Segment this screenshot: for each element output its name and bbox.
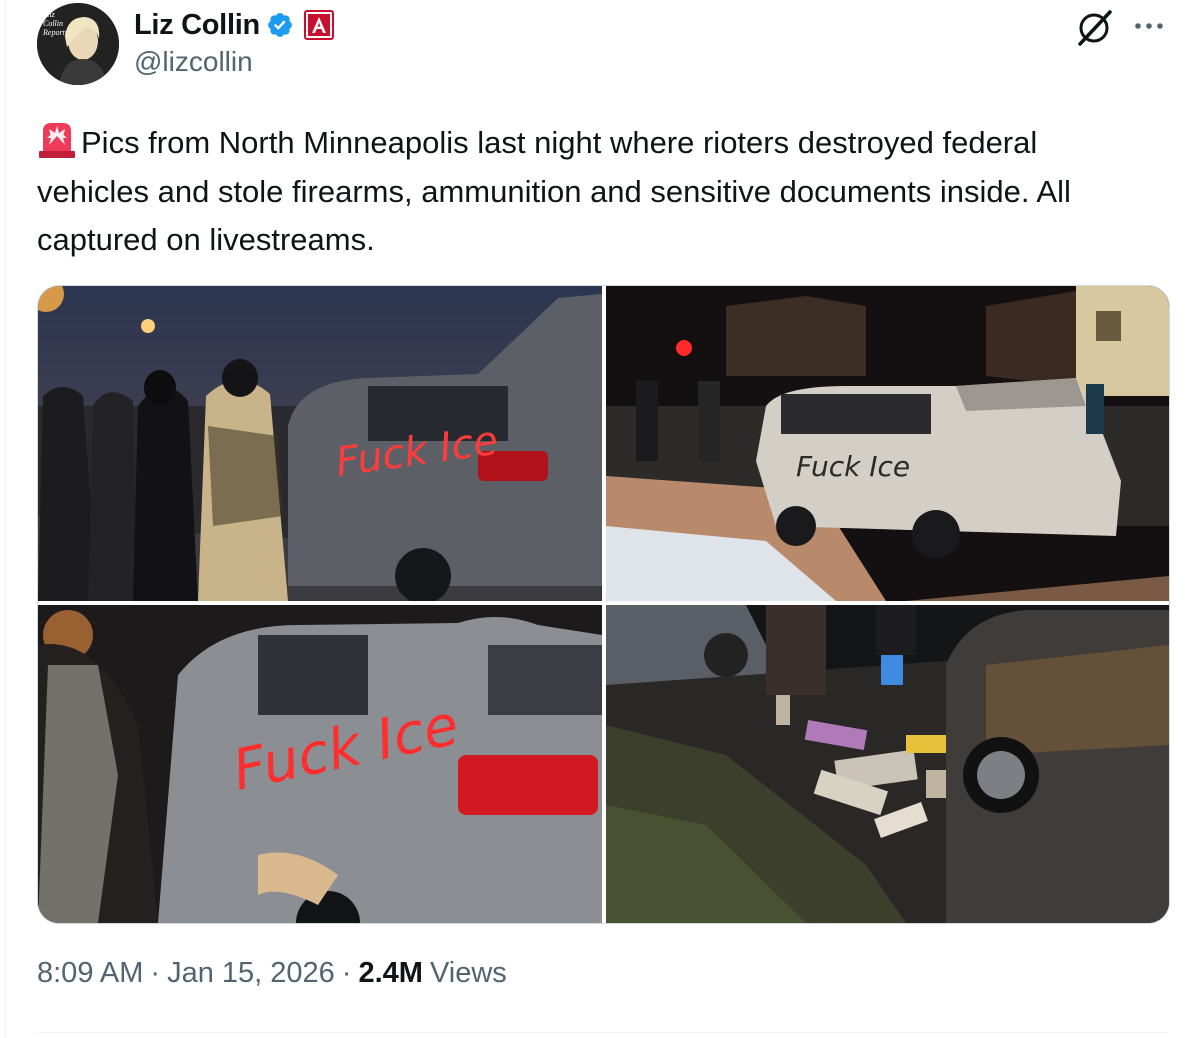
tweet-body: Pics from North Minneapolis last night w… (37, 125, 1080, 257)
grok-icon[interactable] (1075, 7, 1115, 47)
avatar-text-1: Liz (44, 10, 56, 19)
photo-2-graffiti: Fuck Ice (796, 450, 910, 483)
photo-1[interactable]: Fuck Ice (38, 286, 602, 601)
photo-4-image (606, 605, 1169, 923)
verified-badge-icon[interactable] (266, 11, 294, 39)
police-siren-emoji-icon (39, 123, 75, 158)
photo-4[interactable] (606, 605, 1169, 923)
avatar[interactable]: Liz Collin Reports (37, 3, 119, 85)
tweet-meta: 8:09 AM · Jan 15, 2026 · 2.4M Views (37, 957, 507, 990)
left-border (5, 0, 6, 1038)
tweet-card: Liz Collin Reports Liz Collin @lizcollin… (0, 0, 1204, 1038)
author-display-name[interactable]: Liz Collin (134, 9, 260, 42)
bottom-divider (37, 1032, 1168, 1033)
meta-separator-2: · (341, 957, 352, 989)
meta-separator-1: · (150, 957, 161, 989)
more-options-icon[interactable] (1131, 14, 1167, 38)
views-label[interactable]: Views (430, 957, 507, 990)
photo-2[interactable]: Fuck Ice (606, 286, 1169, 601)
views-count[interactable]: 2.4M (358, 957, 422, 990)
photo-1-image: Fuck Ice (38, 286, 602, 601)
photo-3-image: Fuck Ice (38, 605, 602, 923)
tweet-date[interactable]: Jan 15, 2026 (167, 957, 335, 990)
avatar-image: Liz Collin Reports (37, 3, 119, 85)
author-handle[interactable]: @lizcollin (134, 46, 253, 78)
tweet-text: Pics from North Minneapolis last night w… (37, 119, 1147, 265)
tweet-time[interactable]: 8:09 AM (37, 957, 143, 990)
avatar-text-2: Collin (43, 19, 63, 28)
affiliate-badge-icon[interactable] (303, 10, 334, 40)
media-grid: Fuck Ice Fuck Ice Fuck Ice (37, 285, 1170, 924)
author-name-row: Liz Collin (134, 6, 334, 44)
photo-2-image: Fuck Ice (606, 286, 1169, 601)
photo-3[interactable]: Fuck Ice (38, 605, 602, 923)
avatar-text-3: Reports (42, 28, 68, 37)
